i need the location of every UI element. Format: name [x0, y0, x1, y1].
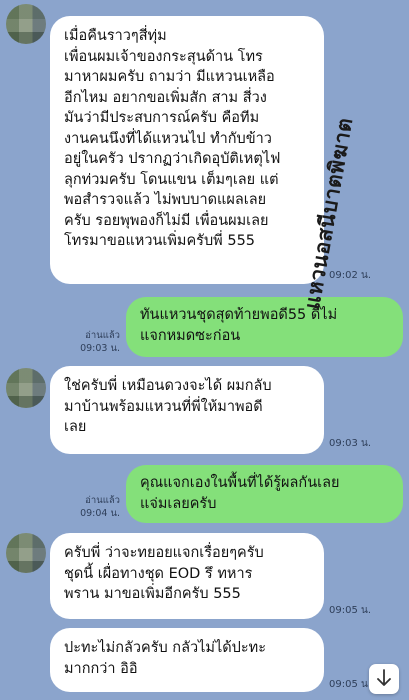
scroll-to-bottom-button[interactable]: [369, 664, 399, 694]
message-bubble-incoming[interactable]: ครับพี่ ว่าจะทยอยแจกเรื่อยๆครับ ชุดนี้ เ…: [50, 533, 324, 619]
contact-avatar[interactable]: [6, 533, 46, 573]
contact-avatar[interactable]: [6, 4, 46, 44]
message-timestamp: 09:04 น.: [80, 508, 120, 519]
read-receipt: อ่านแล้ว 09:04 น.: [76, 494, 120, 520]
read-receipt: อ่านแล้ว 09:03 น.: [76, 329, 120, 355]
message-bubble-outgoing[interactable]: ทันแหวนชุดสุดท้ายพอดี55 ดีไม่ แจกหมดซะก่…: [126, 297, 403, 357]
chevron-down-icon: [376, 668, 392, 690]
message-timestamp: 09:02 น.: [329, 270, 372, 281]
message-timestamp: 09:05 น.: [329, 679, 372, 690]
read-status: อ่านแล้ว: [85, 330, 120, 341]
message-timestamp: 09:05 น.: [329, 605, 372, 616]
contact-avatar[interactable]: [6, 368, 46, 408]
message-bubble-incoming[interactable]: ปะทะไม่กลัวครับ กลัวไม่ได้ปะทะ มากกว่า อ…: [50, 628, 324, 692]
message-timestamp: 09:03 น.: [80, 343, 120, 354]
message-bubble-outgoing[interactable]: คุณแจกเองในพื้นที่ได้รู้ผลกันเลย แจ่มเลย…: [126, 465, 403, 523]
message-bubble-incoming[interactable]: เมื่อคืนราวๆสี่ทุ่ม เพื่อนผมเจ้าของกระสุ…: [50, 16, 324, 284]
message-timestamp: 09:03 น.: [329, 438, 372, 449]
chat-view[interactable]: เมื่อคืนราวๆสี่ทุ่ม เพื่อนผมเจ้าของกระสุ…: [0, 0, 409, 700]
read-status: อ่านแล้ว: [85, 495, 120, 506]
message-bubble-incoming[interactable]: ใช่ครับพี่ เหมือนดวงจะได้ ผมกลับ มาบ้านพ…: [50, 366, 324, 454]
